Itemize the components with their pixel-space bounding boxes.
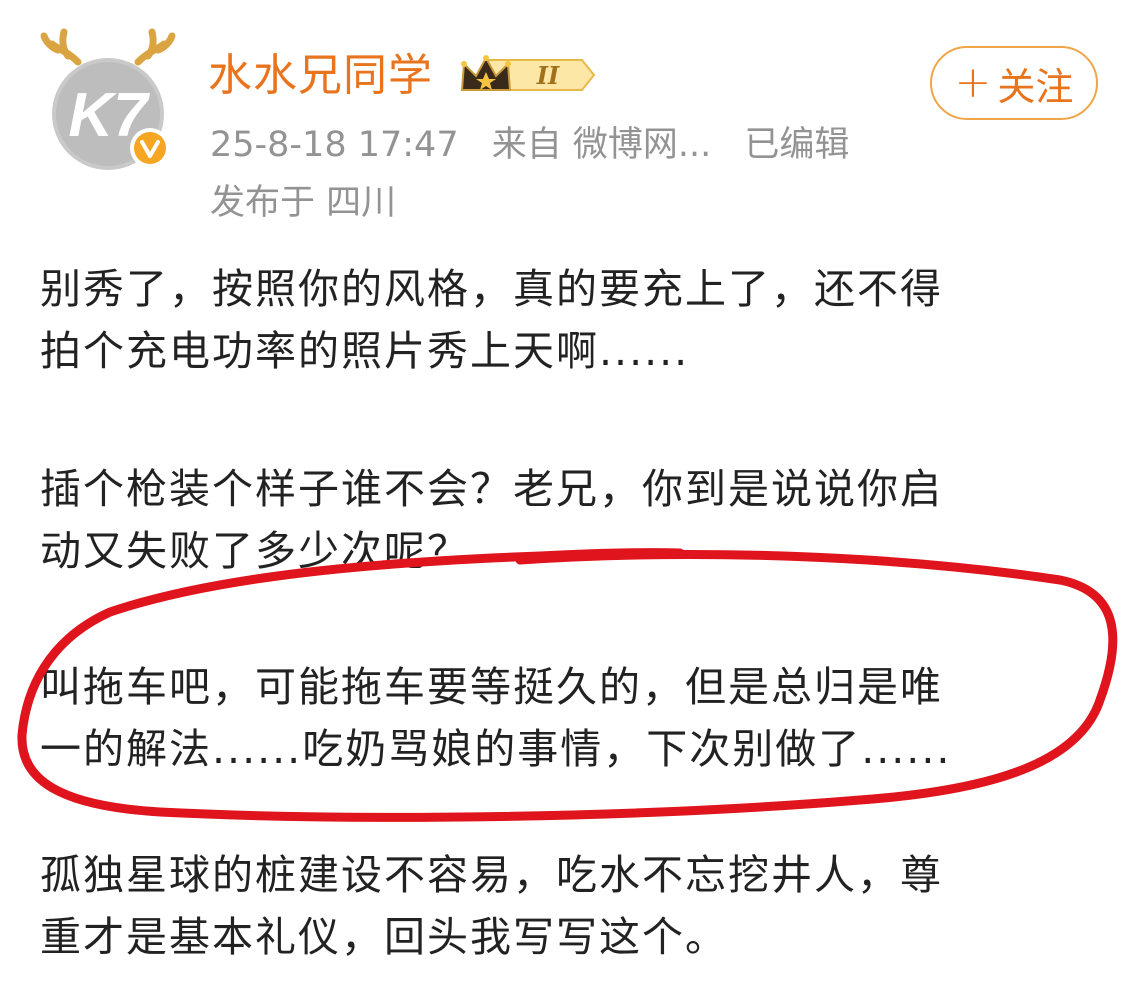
post-paragraph: 孤独星球的桩建设不容易，吃水不忘挖井人，尊 重才是基本礼仪，回头我写写这个。 <box>40 844 1100 968</box>
paragraph-line: 一的解法......吃奶骂娘的事情，下次别做了...... <box>40 725 952 773</box>
verified-badge-icon <box>130 128 170 168</box>
crown-icon: II <box>460 55 596 91</box>
plus-icon: + <box>954 57 992 108</box>
paragraph-line: 插个枪装个样子谁不会？老兄，你到是说说你启 <box>40 465 943 513</box>
post-location: 发布于 四川 <box>210 183 397 223</box>
username[interactable]: 水水兄同学 <box>208 48 433 104</box>
paragraph-line: 重才是基本礼仪，回头我写写这个。 <box>40 913 728 961</box>
post-paragraph: 插个枪装个样子谁不会？老兄，你到是说说你启 动又失败了多少次呢？ <box>40 458 1100 582</box>
edited-label[interactable]: 已编辑 <box>744 125 849 165</box>
paragraph-line: 拍个充电功率的照片秀上天啊...... <box>40 327 690 375</box>
paragraph-line: 动又失败了多少次呢？ <box>40 527 470 575</box>
follow-button[interactable]: + 关注 <box>930 46 1098 120</box>
level-badge-text: II <box>536 61 560 90</box>
paragraph-line: 别秀了，按照你的风格，真的要充上了，还不得 <box>40 265 943 313</box>
avatar-icon: K7 <box>40 28 176 170</box>
post-paragraph: 别秀了，按照你的风格，真的要充上了，还不得 拍个充电功率的照片秀上天啊.....… <box>40 258 1100 382</box>
post-source[interactable]: 来自 微博网... <box>492 125 712 165</box>
avatar[interactable]: K7 <box>38 22 178 172</box>
paragraph-line: 叫拖车吧，可能拖车要等挺久的，但是总归是唯 <box>40 663 943 711</box>
post-paragraph-highlighted: 叫拖车吧，可能拖车要等挺久的，但是总归是唯 一的解法......吃奶骂娘的事情，… <box>40 656 1100 780</box>
post-meta: 25-8-18 17:47 来自 微博网... 已编辑 <box>210 122 871 168</box>
post-timestamp: 25-8-18 17:47 <box>210 125 459 165</box>
weibo-post: K7 水水兄同学 II 25-8-18 17:47 来自 微博网... 已编辑 … <box>0 0 1139 986</box>
crown-level-badge[interactable]: II <box>458 52 598 102</box>
paragraph-line: 孤独星球的桩建设不容易，吃水不忘挖井人，尊 <box>40 851 943 899</box>
follow-button-label: 关注 <box>997 64 1074 109</box>
